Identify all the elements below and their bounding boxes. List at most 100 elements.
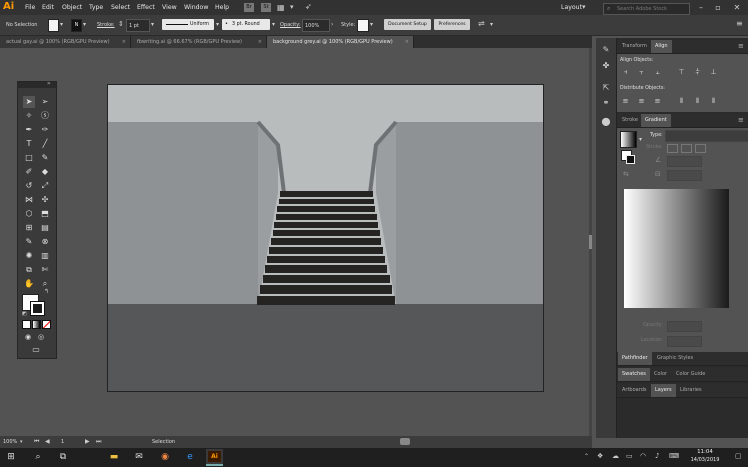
gradient-preview[interactable] bbox=[624, 189, 729, 308]
screen-mode-icon[interactable]: ▭ bbox=[30, 344, 42, 356]
menu-view[interactable]: View bbox=[162, 4, 177, 11]
scroll-thumb[interactable] bbox=[589, 235, 592, 249]
color-mode-icon[interactable] bbox=[22, 320, 31, 329]
none-mode-icon[interactable] bbox=[42, 320, 51, 329]
artboard-tool-icon[interactable]: ⧉ bbox=[23, 264, 35, 276]
distribute-bottom-icon[interactable]: ≡ bbox=[653, 97, 662, 105]
stroke-color-icon[interactable] bbox=[30, 301, 45, 316]
line-tool-icon[interactable]: ╱ bbox=[39, 138, 51, 150]
menu-object[interactable]: Object bbox=[62, 4, 82, 11]
puppet-warp-icon[interactable]: ✣ bbox=[39, 194, 51, 206]
distribute-right-icon[interactable]: ⫴ bbox=[709, 97, 718, 105]
toolbar-grip[interactable]: » bbox=[18, 80, 56, 88]
distribute-vcenter-icon[interactable]: ≡ bbox=[637, 97, 646, 105]
stroke-chevron-icon[interactable]: ▾ bbox=[83, 21, 86, 28]
draw-behind-icon[interactable]: ◎ bbox=[35, 331, 47, 343]
symbol-sprayer-icon[interactable]: ✺ bbox=[23, 250, 35, 262]
chrome-icon[interactable]: ◉ bbox=[158, 450, 172, 464]
tab-artboards[interactable]: Artboards bbox=[618, 384, 650, 397]
tab-gradient[interactable]: Gradient bbox=[641, 114, 671, 127]
battery-icon[interactable]: ▭ bbox=[626, 452, 633, 460]
tab-background-grey[interactable]: background grey.ai @ 100% (RGB/GPU Previ… bbox=[267, 36, 414, 48]
symbols-icon[interactable]: ✤ bbox=[600, 60, 612, 72]
tab-fbwriting[interactable]: fbwriting.ai @ 66.67% (RGB/GPU Preview) × bbox=[131, 36, 267, 48]
align-bottom-icon[interactable]: ⊥ bbox=[709, 68, 718, 76]
next-artboard-icon[interactable]: ▶ bbox=[85, 438, 90, 445]
tab-graphic-styles[interactable]: Graphic Styles bbox=[653, 352, 697, 365]
opacity-arrow-icon[interactable]: › bbox=[331, 21, 333, 28]
align-top-icon[interactable]: ⊤ bbox=[677, 68, 686, 76]
zoom-chevron-icon[interactable]: ▾ bbox=[20, 439, 23, 445]
panel-menu-icon[interactable]: ≡ bbox=[736, 19, 743, 28]
paintbrush-icon[interactable]: ✎ bbox=[39, 152, 51, 164]
reverse-gradient-icon[interactable]: ⇆ bbox=[623, 170, 629, 178]
windows-start-icon[interactable]: ⊞ bbox=[4, 450, 18, 464]
shaper-tool-icon[interactable]: ✐ bbox=[23, 166, 35, 178]
chevron-down-icon[interactable]: ▾ bbox=[290, 3, 294, 11]
width-tool-icon[interactable]: ⋈ bbox=[23, 194, 35, 206]
zoom-level[interactable]: 100% bbox=[3, 439, 17, 445]
eyedropper-icon[interactable]: ✎ bbox=[23, 236, 35, 248]
file-explorer-icon[interactable]: ▬ bbox=[107, 450, 121, 464]
variable-width-profile[interactable]: Uniform bbox=[162, 19, 214, 30]
language-icon[interactable]: ⌨ bbox=[669, 452, 679, 460]
brush-definition[interactable]: • 3 pt. Round bbox=[222, 19, 270, 30]
tab-align[interactable]: Align bbox=[651, 40, 672, 53]
onedrive-icon[interactable]: ☁ bbox=[612, 452, 619, 460]
stock-icon[interactable]: St bbox=[261, 3, 271, 12]
close-icon[interactable]: × bbox=[405, 36, 409, 48]
fill-chevron-icon[interactable]: ▾ bbox=[60, 21, 63, 28]
angle-field[interactable] bbox=[667, 156, 702, 167]
close-icon[interactable]: × bbox=[258, 36, 262, 48]
slice-tool-icon[interactable]: ✄ bbox=[39, 264, 51, 276]
default-colors-icon[interactable]: ◩ bbox=[22, 311, 27, 317]
clock-time[interactable]: 11:04 bbox=[688, 449, 722, 455]
bridge-icon[interactable]: Br bbox=[244, 3, 254, 12]
stroke-stepper-icon[interactable]: ⇕ bbox=[118, 20, 124, 28]
gradient-thumbnail[interactable] bbox=[620, 131, 637, 148]
type-tool-icon[interactable]: T bbox=[23, 138, 35, 150]
arrange-documents-icon[interactable]: ⇌ bbox=[478, 19, 485, 28]
workspace-switcher[interactable]: Layout bbox=[561, 4, 582, 11]
arrange-chevron-icon[interactable]: ▾ bbox=[490, 21, 493, 28]
clock-date[interactable]: 14/03/2019 bbox=[686, 457, 724, 463]
wifi-icon[interactable]: ◠ bbox=[640, 452, 646, 460]
magic-wand-icon[interactable]: ✧ bbox=[23, 110, 35, 122]
last-artboard-icon[interactable]: ⏭ bbox=[96, 438, 101, 446]
lasso-icon[interactable]: ⓢ bbox=[39, 110, 51, 122]
show-hidden-icons-icon[interactable]: ⌃ bbox=[584, 453, 589, 460]
hand-tool-icon[interactable]: ✋ bbox=[23, 278, 35, 290]
gradient-type-select[interactable] bbox=[665, 130, 748, 142]
close-icon[interactable]: × bbox=[122, 36, 126, 48]
scale-tool-icon[interactable]: ⤢ bbox=[39, 180, 51, 192]
notifications-icon[interactable]: ▢ bbox=[735, 452, 742, 460]
gradient-opacity-field[interactable] bbox=[667, 321, 702, 332]
minimize-icon[interactable]: – bbox=[693, 2, 709, 13]
menu-file[interactable]: File bbox=[25, 4, 35, 11]
fill-swatch[interactable] bbox=[48, 19, 59, 32]
dropbox-icon[interactable]: ❖ bbox=[597, 452, 603, 460]
draw-mode-icon[interactable]: ◉ bbox=[22, 331, 34, 343]
profile-chevron-icon[interactable]: ▾ bbox=[216, 21, 219, 28]
gradient-stroke-icon[interactable] bbox=[626, 155, 635, 164]
maximize-icon[interactable]: ▫ bbox=[710, 2, 726, 13]
mesh-tool-icon[interactable]: ⊞ bbox=[23, 222, 35, 234]
task-view-icon[interactable]: ⧉ bbox=[56, 450, 70, 464]
vertical-scrollbar[interactable] bbox=[589, 48, 592, 436]
close-icon[interactable]: ✕ bbox=[729, 2, 745, 13]
opacity-field[interactable]: 100% bbox=[302, 19, 330, 32]
align-vertical-center-icon[interactable]: ⫩ bbox=[693, 68, 702, 76]
previous-artboard-icon[interactable]: ◀ bbox=[45, 438, 50, 445]
stroke-label[interactable]: Stroke: bbox=[97, 22, 115, 28]
collapse-icon[interactable]: » bbox=[47, 80, 51, 87]
links-icon[interactable]: ⚭ bbox=[600, 97, 612, 109]
mail-icon[interactable]: ✉ bbox=[132, 450, 146, 464]
search-icon[interactable]: ⌕ bbox=[31, 450, 45, 464]
selection-tool-icon[interactable]: ➤ bbox=[23, 96, 35, 108]
tab-swatches[interactable]: Swatches bbox=[618, 368, 650, 381]
tab-stroke[interactable]: Stroke bbox=[618, 114, 642, 127]
pen-tool-icon[interactable]: ✒ bbox=[23, 124, 35, 136]
tab-layers[interactable]: Layers bbox=[651, 384, 676, 397]
volume-icon[interactable]: ♪ bbox=[655, 452, 659, 460]
artboard-number[interactable]: 1 bbox=[61, 439, 64, 445]
